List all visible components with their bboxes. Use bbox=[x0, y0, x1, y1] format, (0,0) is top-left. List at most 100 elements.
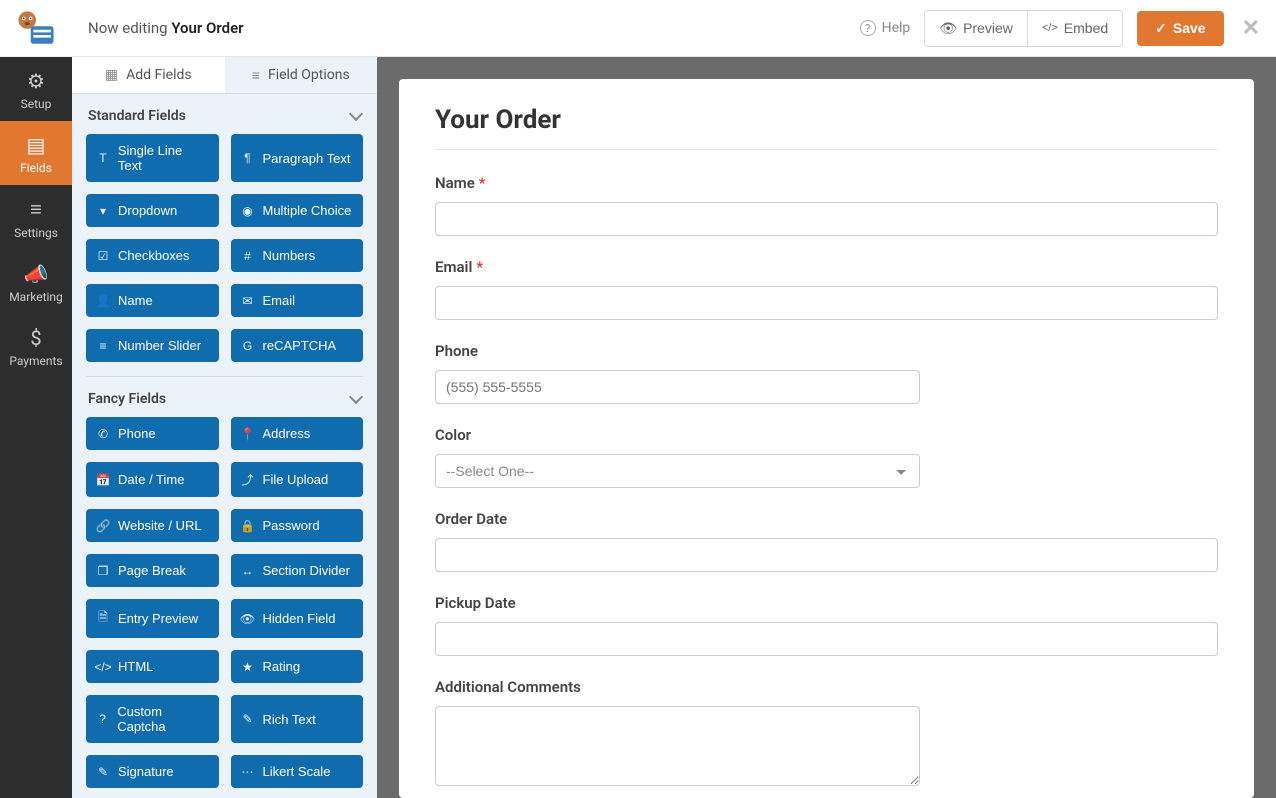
field-type-checkboxes[interactable]: ☑ Checkboxes bbox=[86, 239, 219, 272]
check-icon: ✓ bbox=[1155, 20, 1167, 37]
field-type-date-time[interactable]: 📅Date / Time bbox=[86, 462, 219, 497]
field-type-page-break[interactable]: ❐ Page Break bbox=[86, 554, 219, 587]
phone-input[interactable] bbox=[435, 370, 920, 404]
help-link[interactable]: ? Help bbox=[860, 20, 911, 36]
bullhorn-icon: 📣 bbox=[0, 262, 72, 286]
gear-icon: ⚙ bbox=[0, 69, 72, 93]
vnav-item-setup[interactable]: ⚙ Setup bbox=[0, 57, 72, 121]
vnav-label: Setup bbox=[21, 97, 52, 111]
lock-icon: 🔒 bbox=[241, 519, 255, 533]
save-label: Save bbox=[1173, 20, 1206, 36]
preview-area: Your Order Name*Email*PhoneColor--Select… bbox=[377, 57, 1276, 798]
form-label: Additional Comments bbox=[435, 678, 1218, 696]
field-type-recaptcha[interactable]: GreCAPTCHA bbox=[231, 329, 364, 362]
form-label: Email* bbox=[435, 258, 1218, 276]
editing-form-name: Your Order bbox=[171, 19, 243, 37]
order-date-input[interactable] bbox=[435, 538, 1218, 572]
editing-prefix: Now editing bbox=[88, 19, 168, 37]
field-type-label: Numbers bbox=[263, 248, 316, 263]
field-type-rich-text[interactable]: ✎Rich Text bbox=[231, 695, 364, 743]
form-field-phone[interactable]: Phone bbox=[435, 342, 1218, 404]
field-type-paragraph-text[interactable]: ¶Paragraph Text bbox=[231, 134, 364, 182]
field-type-entry-preview[interactable]: 🗎Entry Preview bbox=[86, 599, 219, 638]
code-icon: </> bbox=[96, 660, 110, 674]
field-type-section-divider[interactable]: ↔ Section Divider bbox=[231, 554, 364, 587]
help-icon: ? bbox=[860, 20, 876, 36]
field-type-multiple-choice[interactable]: ◉Multiple Choice bbox=[231, 194, 364, 227]
sidebar-tabs: ▦Add Fields≡Field Options bbox=[72, 57, 377, 94]
color-input[interactable]: --Select One-- bbox=[435, 454, 920, 488]
form-field-email[interactable]: Email* bbox=[435, 258, 1218, 320]
vnav-label: Payments bbox=[9, 354, 62, 368]
preview-button[interactable]: 👁 Preview bbox=[925, 11, 1027, 46]
help-label: Help bbox=[882, 20, 911, 36]
field-type-label: Single Line Text bbox=[118, 143, 209, 173]
field-type-numbers[interactable]: #Numbers bbox=[231, 239, 364, 272]
field-type-label: Dropdown bbox=[118, 203, 177, 218]
field-type-rating[interactable]: ★Rating bbox=[231, 650, 364, 683]
link-icon: 🔗 bbox=[96, 519, 110, 533]
embed-label: Embed bbox=[1064, 20, 1108, 36]
field-type-address[interactable]: 📍Address bbox=[231, 417, 364, 450]
check-square-icon: ☑ bbox=[96, 249, 110, 263]
title-divider bbox=[435, 149, 1218, 150]
group-title: Standard Fields bbox=[88, 108, 186, 124]
field-type-number-slider[interactable]: ≡Number Slider bbox=[86, 329, 219, 362]
field-type-custom-captcha[interactable]: ?Custom Captcha bbox=[86, 695, 219, 743]
copy-icon: ❐ bbox=[96, 564, 110, 578]
app-logo bbox=[0, 0, 72, 57]
tab-add-fields[interactable]: ▦Add Fields bbox=[72, 57, 225, 93]
name-input[interactable] bbox=[435, 202, 1218, 236]
field-type-dropdown[interactable]: ▾Dropdown bbox=[86, 194, 219, 227]
field-type-single-line-text[interactable]: TSingle Line Text bbox=[86, 134, 219, 182]
field-type-label: Page Break bbox=[118, 563, 186, 578]
wpforms-logo-icon bbox=[15, 10, 57, 46]
field-type-label: Address bbox=[263, 426, 311, 441]
field-type-label: Checkboxes bbox=[118, 248, 190, 263]
additional-comments-input[interactable] bbox=[435, 706, 920, 786]
sliders-icon: ≡ bbox=[252, 67, 260, 84]
dollar-icon: $ bbox=[0, 326, 72, 350]
vnav-item-marketing[interactable]: 📣Marketing bbox=[0, 250, 72, 314]
group-header-standard-fields[interactable]: Standard Fields bbox=[86, 94, 363, 134]
field-type-hidden-field[interactable]: 👁Hidden Field bbox=[231, 599, 364, 638]
field-type-password[interactable]: 🔒Password bbox=[231, 509, 364, 542]
tab-field-options[interactable]: ≡Field Options bbox=[225, 57, 378, 93]
chevron-down-icon bbox=[349, 390, 363, 404]
dot-circle-icon: ◉ bbox=[241, 204, 255, 218]
form-field-name[interactable]: Name* bbox=[435, 174, 1218, 236]
form-field-additional-comments[interactable]: Additional Comments bbox=[435, 678, 1218, 790]
field-type-label: Section Divider bbox=[263, 563, 350, 578]
form-field-color[interactable]: Color--Select One-- bbox=[435, 426, 1218, 488]
form-label: Pickup Date bbox=[435, 594, 1218, 612]
email-input[interactable] bbox=[435, 286, 1218, 320]
field-type-signature[interactable]: ✎Signature bbox=[86, 755, 219, 788]
phone-icon: ✆ bbox=[96, 427, 110, 441]
field-type-label: Custom Captcha bbox=[117, 704, 208, 734]
field-type-name[interactable]: 👤Name bbox=[86, 284, 219, 317]
field-type-html[interactable]: </>HTML bbox=[86, 650, 219, 683]
eye-slash-icon: 👁 bbox=[241, 612, 255, 626]
close-icon[interactable]: ✕ bbox=[1242, 16, 1260, 41]
user-icon: 👤 bbox=[96, 294, 110, 308]
vnav-item-payments[interactable]: $ Payments bbox=[0, 314, 72, 378]
vnav-item-settings[interactable]: ≡Settings bbox=[0, 185, 72, 250]
required-asterisk: * bbox=[476, 258, 483, 276]
form-label: Phone bbox=[435, 342, 1218, 360]
field-type-phone[interactable]: ✆Phone bbox=[86, 417, 219, 450]
field-type-file-upload[interactable]: ⤴File Upload bbox=[231, 462, 364, 497]
form-preview[interactable]: Your Order Name*Email*PhoneColor--Select… bbox=[399, 79, 1254, 798]
field-type-label: Rich Text bbox=[263, 712, 316, 727]
arrows-h-icon: ↔ bbox=[241, 564, 255, 578]
form-field-pickup-date[interactable]: Pickup Date bbox=[435, 594, 1218, 656]
embed-button[interactable]: </> Embed bbox=[1027, 11, 1122, 46]
field-type-website-url[interactable]: 🔗Website / URL bbox=[86, 509, 219, 542]
save-button[interactable]: ✓ Save bbox=[1137, 11, 1223, 46]
vnav-item-fields[interactable]: ▤Fields bbox=[0, 121, 72, 185]
field-type-likert-scale[interactable]: ⋯Likert Scale bbox=[231, 755, 364, 788]
form-field-order-date[interactable]: Order Date bbox=[435, 510, 1218, 572]
field-type-email[interactable]: ✉Email bbox=[231, 284, 364, 317]
eye-icon: 👁 bbox=[939, 20, 957, 37]
pickup-date-input[interactable] bbox=[435, 622, 1218, 656]
group-header-fancy-fields[interactable]: Fancy Fields bbox=[86, 377, 363, 417]
